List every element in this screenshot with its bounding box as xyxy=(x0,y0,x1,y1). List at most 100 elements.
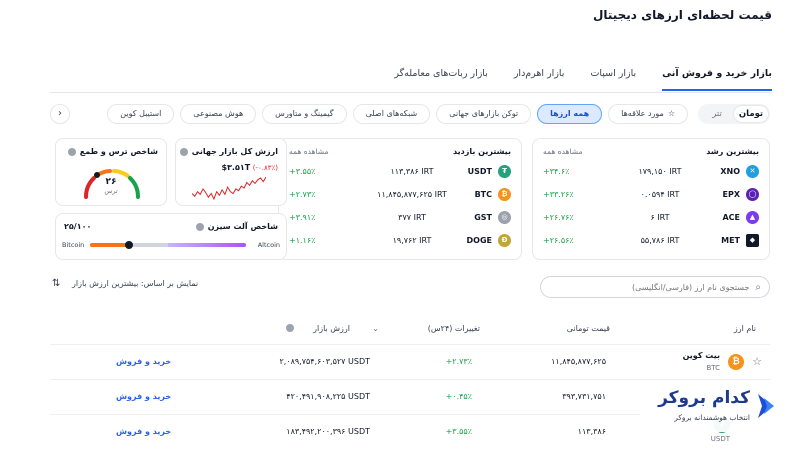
usdt-icon: ₮ xyxy=(498,165,511,178)
top-growth-title: بیشترین رشد xyxy=(706,147,759,156)
table-row[interactable]: ☆ ₿ بیت کوین BTC ۱۱,۸۴۵,۸۷۷,۶۲۵ +۲.۷۳٪ ۲… xyxy=(50,344,770,378)
tab-bots[interactable]: بازار ربات‌های معامله‌گر xyxy=(394,68,487,91)
fear-greed-label: ترس xyxy=(104,187,118,195)
market-cap-change: (-۰.۸۳٪) xyxy=(252,164,278,172)
page-title: قیمت لحظه‌ای ارزهای دیجیتال xyxy=(592,8,772,22)
coin-symbol: GST xyxy=(474,213,492,222)
tab-leverage[interactable]: بازار اهرم‌دار xyxy=(514,68,565,91)
top-growth-view-all[interactable]: مشاهده همه xyxy=(543,147,583,156)
top-growth-card: بیشترین رشد مشاهده همه ✕ XNO ۱۷۹,۱۵۰ IRT… xyxy=(532,138,770,260)
altseason-right-label: Altcoin xyxy=(257,241,280,249)
coin-change: +۲.۷۳٪ xyxy=(289,190,316,199)
toggle-tether[interactable]: تتر xyxy=(700,106,734,122)
altseason-left-label: Bitcoin xyxy=(62,241,85,249)
market-cap-value: $۳.۵۱T xyxy=(221,163,251,172)
chip-gaming[interactable]: گیمینگ و متاورس xyxy=(262,104,347,124)
coin-price: ۳۷۷ IRT xyxy=(398,213,426,222)
coin-price: ۱۹,۷۶۲ IRT xyxy=(392,236,432,245)
chip-ai[interactable]: هوش مصنوعی xyxy=(180,104,257,124)
list-item[interactable]: Ð DOGE ۱۹,۷۶۲ IRT +۱.۱۶٪ xyxy=(279,229,521,252)
altseason-bar xyxy=(90,243,246,247)
info-icon[interactable] xyxy=(179,147,188,156)
coin-symbol: DOGE xyxy=(466,236,492,245)
tab-spot[interactable]: بازار اسپات xyxy=(590,68,636,91)
top-visited-card: بیشترین بازدید مشاهده همه ₮ USDT ۱۱۳,۳۸۶… xyxy=(278,138,522,260)
coin-symbol: EPX xyxy=(722,190,741,199)
coin-name: بیت کوین xyxy=(682,351,720,360)
currency-toggle[interactable]: تومان تتر xyxy=(698,104,770,124)
market-tabs: بازار خرید و فروش آنی بازار اسپات بازار … xyxy=(394,68,772,91)
chevron-down-icon[interactable]: ⌄ xyxy=(372,324,379,333)
top-visited-title: بیشترین بازدید xyxy=(453,147,511,156)
coin-market-cap: ۲,۰۸۹,۷۵۴,۶۰۳,۵۲۷ USDT xyxy=(279,357,370,366)
tab-instant[interactable]: بازار خرید و فروش آنی xyxy=(662,68,772,91)
header-name: نام ارز xyxy=(733,324,756,333)
list-item[interactable]: ✕ XNO ۱۷۹,۱۵۰ IRT +۳۴.۶٪ xyxy=(533,160,769,183)
coin-price: ۳۹۳,۷۳۱,۷۵۱ xyxy=(562,392,606,401)
ace-icon: ▲ xyxy=(746,211,759,224)
altseason-indicator xyxy=(125,241,133,249)
coin-symbol: ACE xyxy=(722,213,740,222)
coin-symbol: BTC xyxy=(706,364,720,372)
doge-icon: Ð xyxy=(498,234,511,247)
chip-stablecoin[interactable]: استیبل کوین xyxy=(107,104,175,124)
coin-market-cap: ۱۸۳,۴۹۲,۲۰۰,۳۹۶ USDT xyxy=(286,427,370,436)
sort-icon[interactable]: ⇅ xyxy=(52,278,60,289)
info-icon[interactable] xyxy=(286,324,294,334)
list-item[interactable]: ◯ EPX ۰.۰۵۹۴ IRT +۳۳.۲۶٪ xyxy=(533,183,769,206)
coin-change: +۲.۷۳٪ xyxy=(445,357,472,366)
coin-price: ۱۱,۸۴۵,۸۷۷,۶۲۵ xyxy=(551,357,606,366)
altseason-title: شاخص آلت سیزن xyxy=(207,222,278,231)
market-cap-title: ارزش کل بازار جهانی xyxy=(191,147,278,156)
coin-price: ۵۵,۷۸۶ IRT xyxy=(640,236,680,245)
coin-symbol: BTC xyxy=(474,190,492,199)
coin-price: ۶ IRT xyxy=(650,213,670,222)
header-change[interactable]: تغییرات (۲۴س) xyxy=(428,324,480,333)
brand-tagline: انتخاب هوشمندانه بروکر xyxy=(674,413,750,422)
btc-icon: ₿ xyxy=(728,354,744,370)
list-item[interactable]: ₿ BTC ۱۱,۸۴۵,۸۷۷,۶۲۵ IRT +۲.۷۳٪ xyxy=(279,183,521,206)
trade-button[interactable]: خرید و فروش xyxy=(116,427,171,436)
star-icon: ☆ xyxy=(667,109,675,118)
market-cap-sparkline xyxy=(192,176,266,201)
list-item[interactable]: ▲ ACE ۶ IRT +۲۶.۷۶٪ xyxy=(533,206,769,229)
filter-chips: مورد علاقه‌ها ☆ همه ارزها توکن بازارهای … xyxy=(107,104,688,124)
chip-all-coins[interactable]: همه ارزها xyxy=(537,104,603,124)
list-item[interactable]: ◆ MET ۵۵,۷۸۶ IRT +۲۶.۵۶٪ xyxy=(533,229,769,252)
xno-icon: ✕ xyxy=(746,165,759,178)
trade-button[interactable]: خرید و فروش xyxy=(116,357,171,366)
sort-label[interactable]: نمایش بر اساس: بیشترین ارزش بازار xyxy=(72,279,198,288)
chevron-right-icon[interactable]: › xyxy=(50,104,70,124)
btc-icon: ₿ xyxy=(498,188,511,201)
brand-logo-icon xyxy=(758,394,774,418)
chip-main-networks[interactable]: شبکه‌های اصلی xyxy=(352,104,431,124)
coin-price: ۱۷۹,۱۵۰ IRT xyxy=(638,167,682,176)
header-price[interactable]: قیمت تومانی xyxy=(567,324,610,333)
market-cap-card: ارزش کل بازار جهانی $۳.۵۱T (-۰.۸۳٪) xyxy=(175,138,287,206)
altseason-value: ۲۵/۱۰۰ xyxy=(64,222,92,231)
search-input[interactable] xyxy=(549,282,750,292)
search-icon: ⌕ xyxy=(755,281,761,293)
coin-market-cap: ۴۲۰,۴۹۱,۹۰۸,۲۲۵ USDT xyxy=(286,392,370,401)
top-visited-view-all[interactable]: مشاهده همه xyxy=(289,147,329,156)
chip-global-tokens[interactable]: توکن بازارهای جهانی xyxy=(436,104,532,124)
fear-greed-card: شاخص ترس و طمع ۲۶ ترس xyxy=(55,138,167,206)
coin-change: +۳.۵۵٪ xyxy=(289,167,316,176)
header-market-cap[interactable]: ارزش بازار xyxy=(313,324,350,333)
search-box[interactable]: ⌕ xyxy=(540,276,770,298)
list-item[interactable]: ◎ GST ۳۷۷ IRT +۳.۹۱٪ xyxy=(279,206,521,229)
trade-button[interactable]: خرید و فروش xyxy=(116,392,171,401)
coin-price: ۱۱,۸۴۵,۸۷۷,۶۲۵ IRT xyxy=(377,190,447,199)
coin-change: +۳.۵۵٪ xyxy=(445,427,472,436)
fear-greed-value: ۲۶ xyxy=(105,177,117,187)
toggle-toman[interactable]: تومان xyxy=(734,106,768,122)
chip-favorites[interactable]: مورد علاقه‌ها ☆ xyxy=(608,104,688,124)
star-icon[interactable]: ☆ xyxy=(752,355,762,368)
altseason-card: شاخص آلت سیزن ۲۵/۱۰۰ Bitcoin Altcoin xyxy=(55,213,287,260)
info-icon[interactable] xyxy=(195,222,204,231)
coin-price: ۱۱۳,۳۸۶ xyxy=(577,427,606,436)
brand-name: کدام بروکر xyxy=(658,388,750,408)
fear-greed-title: شاخص ترس و طمع xyxy=(79,147,158,156)
list-item[interactable]: ₮ USDT ۱۱۳,۳۸۶ IRT +۳.۵۵٪ xyxy=(279,160,521,183)
info-icon[interactable] xyxy=(67,147,76,156)
